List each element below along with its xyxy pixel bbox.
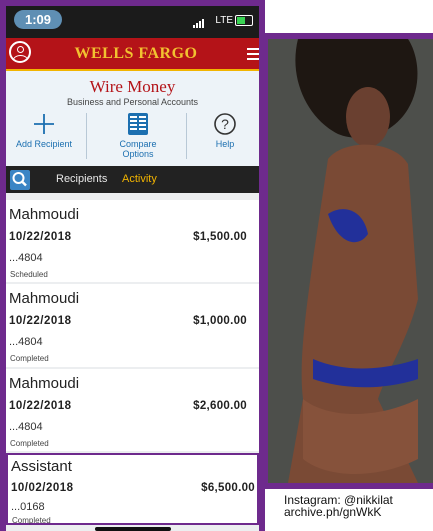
activity-list: Mahmoudi 10/22/2018 $1,500.00 ...4804 Sc… <box>6 193 259 531</box>
recipient-name: Assistant <box>11 458 72 475</box>
list-item[interactable]: Mahmoudi 10/22/2018 $1,500.00 ...4804 Sc… <box>6 200 259 282</box>
compare-options-label: Compare Options <box>119 139 157 159</box>
add-recipient-label: Add Recipient <box>15 139 73 149</box>
transaction-date: 10/22/2018 <box>9 400 72 412</box>
status-bar: 1:09 LTE <box>6 6 259 38</box>
compare-options-button[interactable]: Compare Options <box>103 111 173 159</box>
tab-recipients[interactable]: Recipients <box>56 173 107 185</box>
recipient-name: Mahmoudi <box>9 375 80 392</box>
caption-line: archive.ph/gnWkK <box>284 505 382 519</box>
transaction-amount: $6,500.00 <box>201 482 255 494</box>
battery-icon <box>235 15 253 26</box>
transaction-amount: $2,600.00 <box>193 400 247 412</box>
help-button[interactable]: ? Help <box>190 111 259 149</box>
phone-screenshot-frame: 1:09 LTE WELLS FARGO Wire Money Business… <box>0 0 265 531</box>
help-question-icon: ? <box>190 111 259 137</box>
phone-screen: 1:09 LTE WELLS FARGO Wire Money Business… <box>6 6 259 531</box>
status-badge: Completed <box>12 516 51 525</box>
wire-money-header: Wire Money Business and Personal Account… <box>6 71 259 166</box>
page-subtitle: Business and Personal Accounts <box>66 97 199 107</box>
status-badge: Completed <box>10 354 49 363</box>
svg-text:?: ? <box>221 116 229 132</box>
action-divider <box>86 113 87 159</box>
help-label: Help <box>215 139 235 149</box>
status-time: 1:09 <box>14 10 62 29</box>
brand-logo: WELLS FARGO <box>74 45 198 62</box>
account-number: ...4804 <box>9 336 43 348</box>
recipient-name: Mahmoudi <box>9 290 80 307</box>
list-item-highlighted[interactable]: Assistant 10/02/2018 $6,500.00 ...0168 C… <box>6 453 259 525</box>
signal-icon <box>193 19 204 28</box>
account-number: ...4804 <box>9 421 43 433</box>
list-item[interactable]: Mahmoudi 10/22/2018 $1,000.00 ...4804 Co… <box>6 284 259 367</box>
profile-icon[interactable] <box>9 41 31 63</box>
search-icon[interactable] <box>10 170 30 190</box>
network-label: LTE <box>215 15 233 26</box>
transaction-amount: $1,000.00 <box>193 315 247 327</box>
photo-frame <box>262 33 433 489</box>
app-header-bar: WELLS FARGO <box>6 38 259 71</box>
account-number: ...0168 <box>11 501 45 513</box>
image-caption: Instagram: @nikkilat archive.ph/gnWkK <box>284 495 433 519</box>
compare-document-icon <box>103 111 173 137</box>
transaction-date: 10/22/2018 <box>9 315 72 327</box>
page-title: Wire Money <box>89 77 176 96</box>
tab-activity[interactable]: Activity <box>122 173 157 185</box>
tab-bar: Recipients Activity <box>6 166 259 193</box>
status-badge: Completed <box>10 439 49 448</box>
account-number: ...4804 <box>9 252 43 264</box>
add-recipient-button[interactable]: Add Recipient <box>9 111 79 149</box>
home-indicator <box>95 527 171 531</box>
menu-icon[interactable] <box>247 48 259 63</box>
list-item[interactable]: Mahmoudi 10/22/2018 $2,600.00 ...4804 Co… <box>6 369 259 451</box>
transaction-date: 10/22/2018 <box>9 231 72 243</box>
status-badge: Scheduled <box>10 270 48 279</box>
recipient-name: Mahmoudi <box>9 206 80 223</box>
plus-icon <box>9 111 79 137</box>
action-divider <box>186 113 187 159</box>
portrait-photo <box>268 39 433 483</box>
transaction-date: 10/02/2018 <box>11 482 74 494</box>
transaction-amount: $1,500.00 <box>193 231 247 243</box>
